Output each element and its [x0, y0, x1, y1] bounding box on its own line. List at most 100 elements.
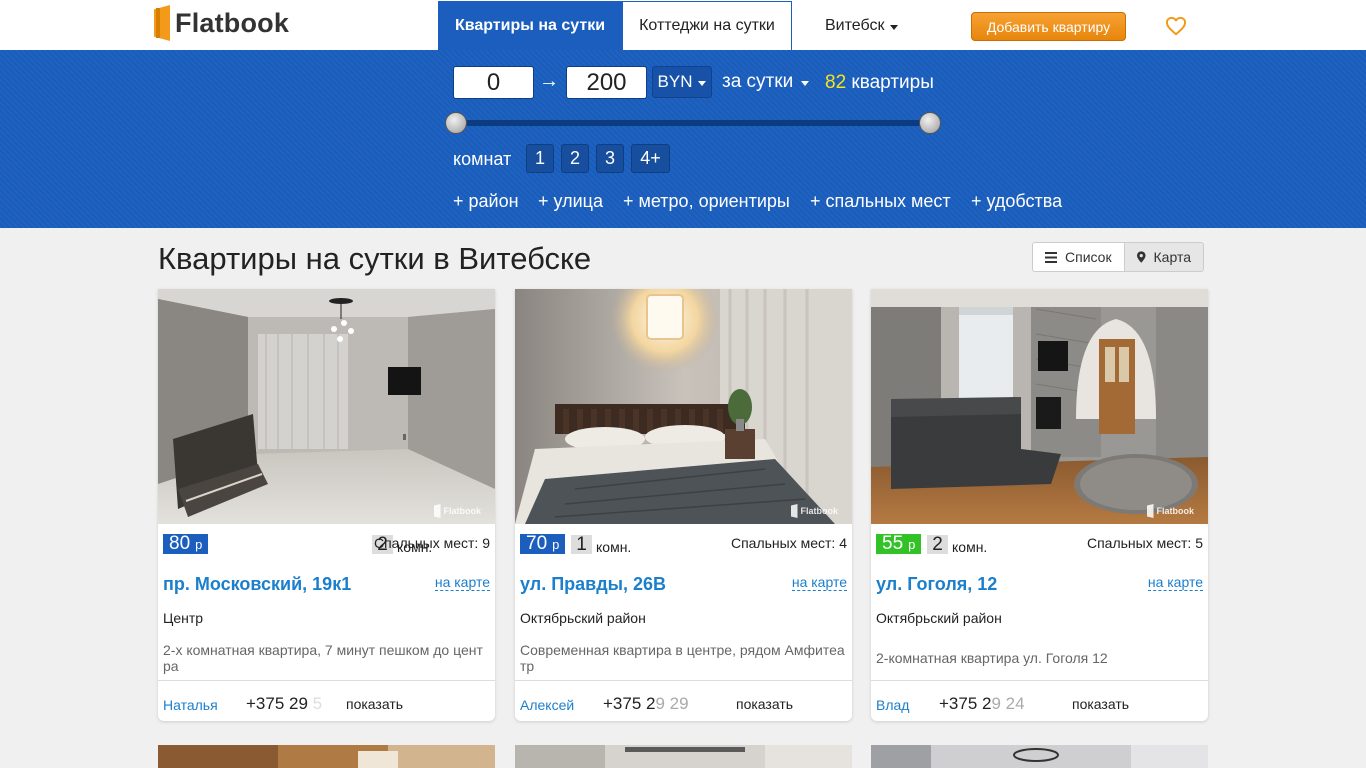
- view-map-label: Карта: [1153, 249, 1191, 265]
- results-count-number: 82: [825, 72, 847, 93]
- map-marker-icon: [1137, 251, 1146, 263]
- owner-name-link[interactable]: Наталья: [163, 697, 218, 713]
- listing-photo[interactable]: Flatbook: [158, 289, 495, 524]
- filter-amenities-link[interactable]: + удобства: [971, 191, 1062, 212]
- price-slider-track[interactable]: [456, 120, 930, 126]
- price-slider-min-handle[interactable]: [445, 112, 467, 134]
- filter-street-link[interactable]: + улица: [538, 191, 603, 212]
- rooms-suffix: комн.: [596, 539, 632, 555]
- listing-address-link[interactable]: пр. Московский, 19к1: [163, 574, 351, 595]
- period-dropdown[interactable]: за сутки: [722, 71, 810, 93]
- filter-beds-link[interactable]: + спальных мест: [810, 191, 951, 212]
- price-value: 70: [526, 533, 548, 554]
- listing-district: Центр: [163, 610, 204, 626]
- listing-card[interactable]: Flatbook 80 р 2 комн. Спальных мест: 9 пр…: [158, 289, 495, 721]
- listing-description: Современная квартира в центре, рядом Амф…: [520, 642, 845, 674]
- price-value: 80: [169, 533, 191, 554]
- add-apartment-button[interactable]: Добавить квартиру: [971, 12, 1126, 41]
- price-slider-max-handle[interactable]: [919, 112, 941, 134]
- view-list-button[interactable]: Список: [1032, 242, 1125, 272]
- price-currency: р: [552, 537, 560, 552]
- photo-watermark: Flatbook: [433, 504, 481, 518]
- tab-apartments[interactable]: Квартиры на сутки: [438, 1, 622, 50]
- rooms-filter-label: комнат: [453, 149, 512, 169]
- list-icon: [1045, 251, 1057, 263]
- price-badge: 70 р: [520, 533, 566, 554]
- heart-icon[interactable]: [1165, 16, 1187, 36]
- show-phone-button[interactable]: показать: [346, 696, 403, 712]
- sleeping-places: Спальных мест: 4: [730, 535, 847, 551]
- phone-number: +375 29 24: [939, 694, 1025, 713]
- photo-watermark: Flatbook: [790, 504, 838, 518]
- listing-description: 2-х комнатная квартира, 7 минут пешком д…: [163, 642, 483, 674]
- listing-address-link[interactable]: ул. Правды, 26В: [520, 574, 666, 595]
- door-logo-icon: [154, 5, 170, 41]
- listing-address-link[interactable]: ул. Гоголя, 12: [876, 574, 997, 595]
- sleeping-places: Спальных мест: 5: [1086, 535, 1203, 551]
- listing-card[interactable]: Flatbook 55 р 2 комн. Спальных мест: 5 ул…: [871, 289, 1208, 721]
- rooms-badge: 2: [927, 534, 948, 555]
- apartment-photo-living-room: [871, 289, 1208, 524]
- caret-down-icon: [801, 80, 810, 86]
- rooms-4plus-button[interactable]: 4+: [631, 144, 670, 173]
- listing-description: 2-комнатная квартира ул. Гоголя 12: [876, 650, 1108, 666]
- top-navbar: Flatbook Квартиры на сутки Коттеджи на с…: [0, 0, 1366, 50]
- listing-card-partial[interactable]: [871, 745, 1208, 768]
- filter-panel: → BYN за сутки 82 квартиры комнат 1 2 3 …: [0, 50, 1366, 228]
- price-max-input[interactable]: [566, 66, 647, 99]
- price-badge: 55 р: [876, 533, 922, 554]
- card-divider: [871, 680, 1208, 681]
- phone-number: +375 29 5: [246, 694, 323, 713]
- apartment-photo-partial: [158, 745, 495, 768]
- rooms-2-button[interactable]: 2: [561, 144, 589, 173]
- apartment-photo-living-room: [158, 289, 495, 524]
- view-list-label: Список: [1065, 249, 1112, 265]
- show-phone-button[interactable]: показать: [736, 696, 793, 712]
- price-currency: р: [908, 537, 916, 552]
- currency-dropdown[interactable]: BYN: [652, 66, 712, 98]
- page-title: Квартиры на сутки в Витебске: [158, 241, 592, 276]
- city-dropdown[interactable]: Витебск: [825, 17, 899, 35]
- owner-name-link[interactable]: Влад: [876, 697, 909, 713]
- listing-district: Октябрьский район: [520, 610, 646, 626]
- phone-number: +375 29 29: [603, 694, 689, 713]
- view-toggle: Список Карта: [1032, 242, 1204, 272]
- filter-district-link[interactable]: + район: [453, 191, 519, 212]
- logo-text: Flatbook: [175, 7, 290, 38]
- price-value: 55: [882, 533, 904, 554]
- show-on-map-link[interactable]: на карте: [1147, 575, 1203, 591]
- results-count: 82 квартиры: [825, 72, 934, 94]
- period-label: за сутки: [722, 71, 794, 92]
- card-divider: [515, 680, 852, 681]
- listing-card-partial[interactable]: [158, 745, 495, 768]
- rooms-3-button[interactable]: 3: [596, 144, 624, 173]
- price-badge: 80 р: [163, 533, 209, 554]
- currency-label: BYN: [657, 72, 693, 91]
- rooms-1-button[interactable]: 1: [526, 144, 554, 173]
- listing-card[interactable]: Flatbook 70 р 1 комн. Спальных мест: 4 ул…: [515, 289, 852, 721]
- arrow-right-icon: →: [539, 70, 559, 92]
- listing-photo[interactable]: Flatbook: [515, 289, 852, 524]
- card-divider: [158, 680, 495, 681]
- price-min-input[interactable]: [453, 66, 534, 99]
- listing-district: Октябрьский район: [876, 610, 1002, 626]
- listing-photo[interactable]: Flatbook: [871, 289, 1208, 524]
- listing-card-partial[interactable]: [515, 745, 852, 768]
- sleeping-places: Спальных мест: 9: [373, 535, 490, 551]
- price-currency: р: [195, 537, 203, 552]
- caret-down-icon: [698, 80, 707, 86]
- rooms-suffix: комн.: [952, 539, 988, 555]
- apartment-photo-partial: [871, 745, 1208, 768]
- view-map-button[interactable]: Карта: [1125, 242, 1204, 272]
- apartment-photo-partial: [515, 745, 852, 768]
- tab-cottages[interactable]: Коттеджи на сутки: [622, 1, 792, 50]
- filter-metro-link[interactable]: + метро, ориентиры: [623, 191, 790, 212]
- caret-down-icon: [890, 24, 899, 30]
- logo[interactable]: Flatbook: [154, 4, 289, 42]
- show-on-map-link[interactable]: на карте: [434, 575, 490, 591]
- apartment-photo-bedroom: [515, 289, 852, 524]
- owner-name-link[interactable]: Алексей: [520, 697, 574, 713]
- show-on-map-link[interactable]: на карте: [791, 575, 847, 591]
- show-phone-button[interactable]: показать: [1072, 696, 1129, 712]
- photo-watermark: Flatbook: [1146, 504, 1194, 518]
